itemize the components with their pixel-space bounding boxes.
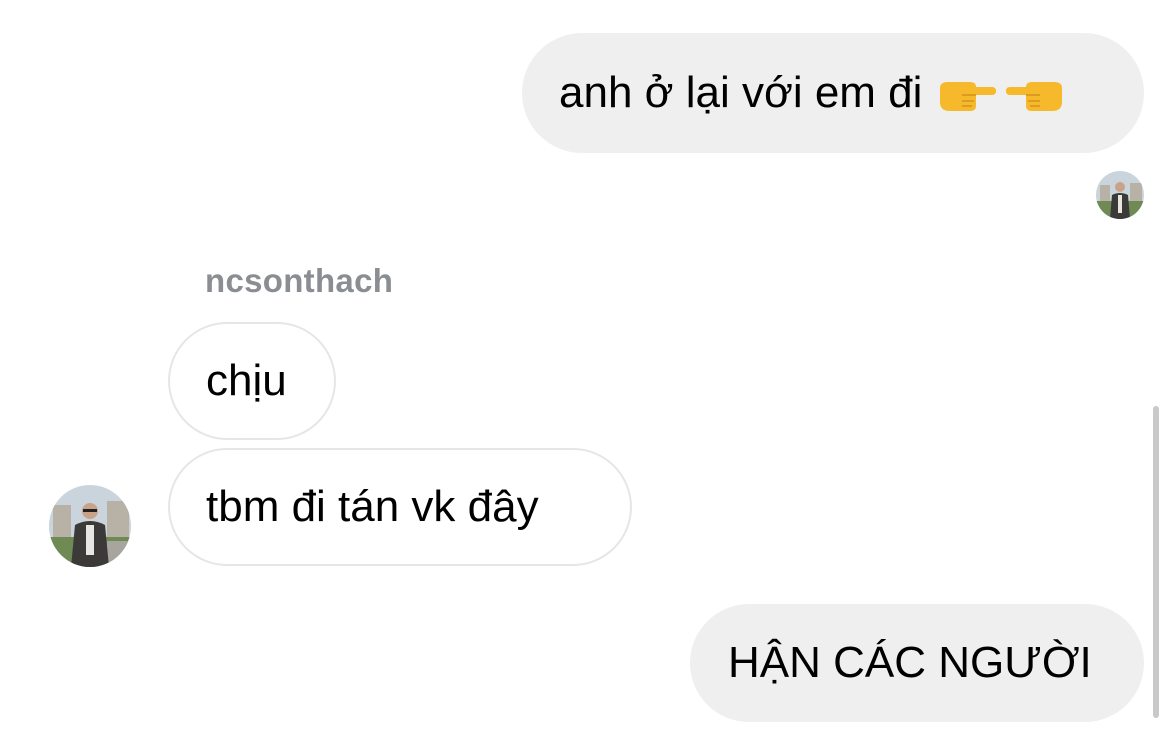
message-text: anh ở lại với em đi (559, 68, 923, 117)
message-text: HẬN CÁC NGƯỜI (728, 638, 1092, 687)
sender-name: ncsonthach (205, 262, 394, 299)
message-text: tbm đi tán vk đây (206, 482, 539, 531)
outgoing-message-bubble[interactable]: anh ở lại với em đi (522, 33, 1144, 153)
pointing-left-emoji-icon (1006, 74, 1066, 114)
message-text: chịu (206, 356, 287, 405)
scrollbar[interactable] (1153, 406, 1159, 718)
incoming-message-bubble[interactable]: chịu (168, 322, 336, 440)
seen-avatar (1096, 171, 1144, 219)
incoming-message-bubble[interactable]: tbm đi tán vk đây (168, 448, 632, 566)
pointing-right-emoji-icon (936, 74, 997, 114)
sender-avatar[interactable] (49, 485, 131, 567)
outgoing-message-bubble[interactable]: HẬN CÁC NGƯỜI (690, 604, 1144, 722)
